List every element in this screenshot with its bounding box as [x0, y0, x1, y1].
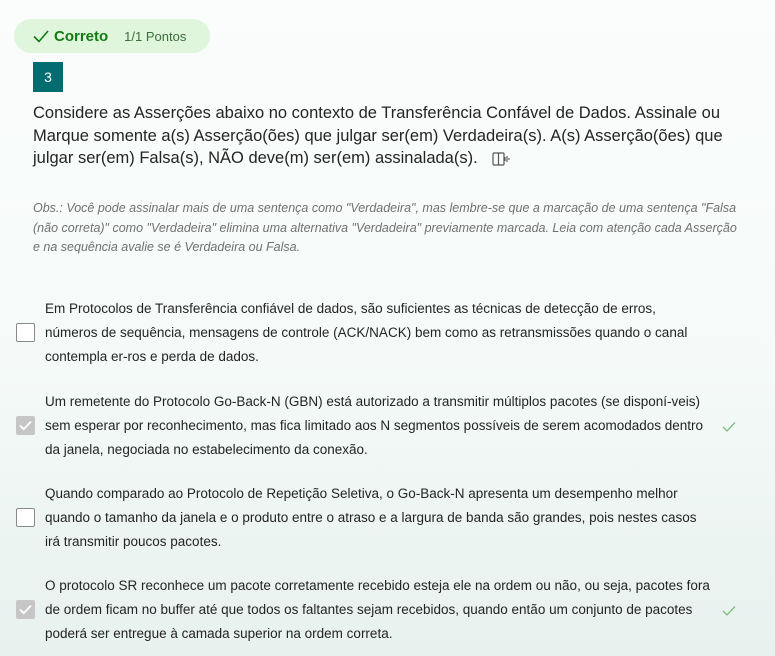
option-text: Em Protocolos de Transferência confiável… [45, 301, 688, 364]
option-checkbox[interactable] [16, 508, 35, 527]
points-label: 1/1 Pontos [124, 28, 187, 44]
option-2[interactable]: Um remetente do Protocolo Go-Back-N (GBN… [16, 390, 756, 470]
status-badge: Correto 1/1 Pontos [14, 19, 210, 53]
question-title: Considere as Asserções abaixo no context… [33, 104, 723, 167]
option-text: Quando comparado ao Protocolo de Repetiç… [45, 486, 697, 549]
checkmark-icon [722, 604, 736, 616]
question-text: Considere as Asserções abaixo no context… [33, 102, 743, 170]
option-text: Um remetente do Protocolo Go-Back-N (GBN… [45, 394, 704, 457]
question-note: Obs.: Você pode assinalar mais de uma se… [33, 201, 737, 254]
status-label: Correto [54, 27, 109, 45]
checkmark-icon [722, 420, 736, 432]
option-checkbox[interactable] [16, 600, 35, 619]
option-3[interactable]: Quando comparado ao Protocolo de Repetiç… [16, 482, 756, 562]
immersive-reader-icon[interactable] [492, 151, 510, 167]
question-number: 3 [33, 62, 63, 92]
option-checkbox[interactable] [16, 323, 35, 342]
checkmark-icon [32, 27, 50, 45]
option-4[interactable]: O protocolo SR reconhece um pacote corre… [16, 574, 756, 654]
option-1[interactable]: Em Protocolos de Transferência confiável… [16, 297, 756, 377]
option-text: O protocolo SR reconhece um pacote corre… [45, 578, 710, 641]
option-checkbox[interactable] [16, 416, 35, 435]
